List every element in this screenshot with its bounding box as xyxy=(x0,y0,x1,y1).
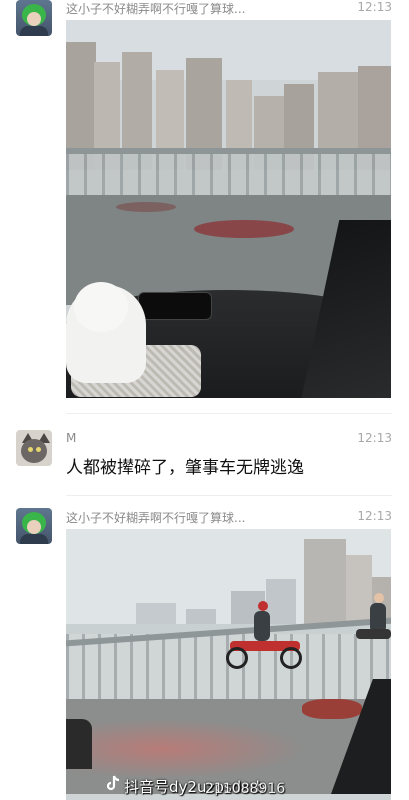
message-text: 人都被撵碎了，肇事车无牌逃逸 xyxy=(66,458,304,478)
message-item: 这小子不好糊弄啊不行嘎了算球... 12:13 xyxy=(0,0,409,400)
photo-attachment[interactable] xyxy=(66,20,391,398)
sender-name: 这小子不好糊弄啊不行嘎了算球... xyxy=(66,2,246,16)
avatar[interactable] xyxy=(16,0,52,36)
photo-attachment[interactable] xyxy=(66,529,391,800)
message-time: 12:13 xyxy=(357,0,392,14)
message-item: M 12:13 人都被撵碎了，肇事车无牌逃逸 xyxy=(0,413,409,495)
message-time: 12:13 xyxy=(357,509,392,523)
sender-name: 这小子不好糊弄啊不行嘎了算球... xyxy=(66,511,246,525)
tiktok-icon xyxy=(106,775,120,791)
watermark-overlap-id: 211088916 xyxy=(205,781,286,797)
avatar[interactable] xyxy=(16,430,52,466)
message-time: 12:13 xyxy=(357,431,392,445)
sender-name: M xyxy=(66,431,77,445)
message-item: 这小子不好糊弄啊不行嘎了算球... 12:13 xyxy=(0,495,409,800)
avatar[interactable] xyxy=(16,508,52,544)
watermark-overlap-text: 211088916 xyxy=(205,781,285,797)
divider xyxy=(66,495,392,496)
divider xyxy=(66,413,392,414)
